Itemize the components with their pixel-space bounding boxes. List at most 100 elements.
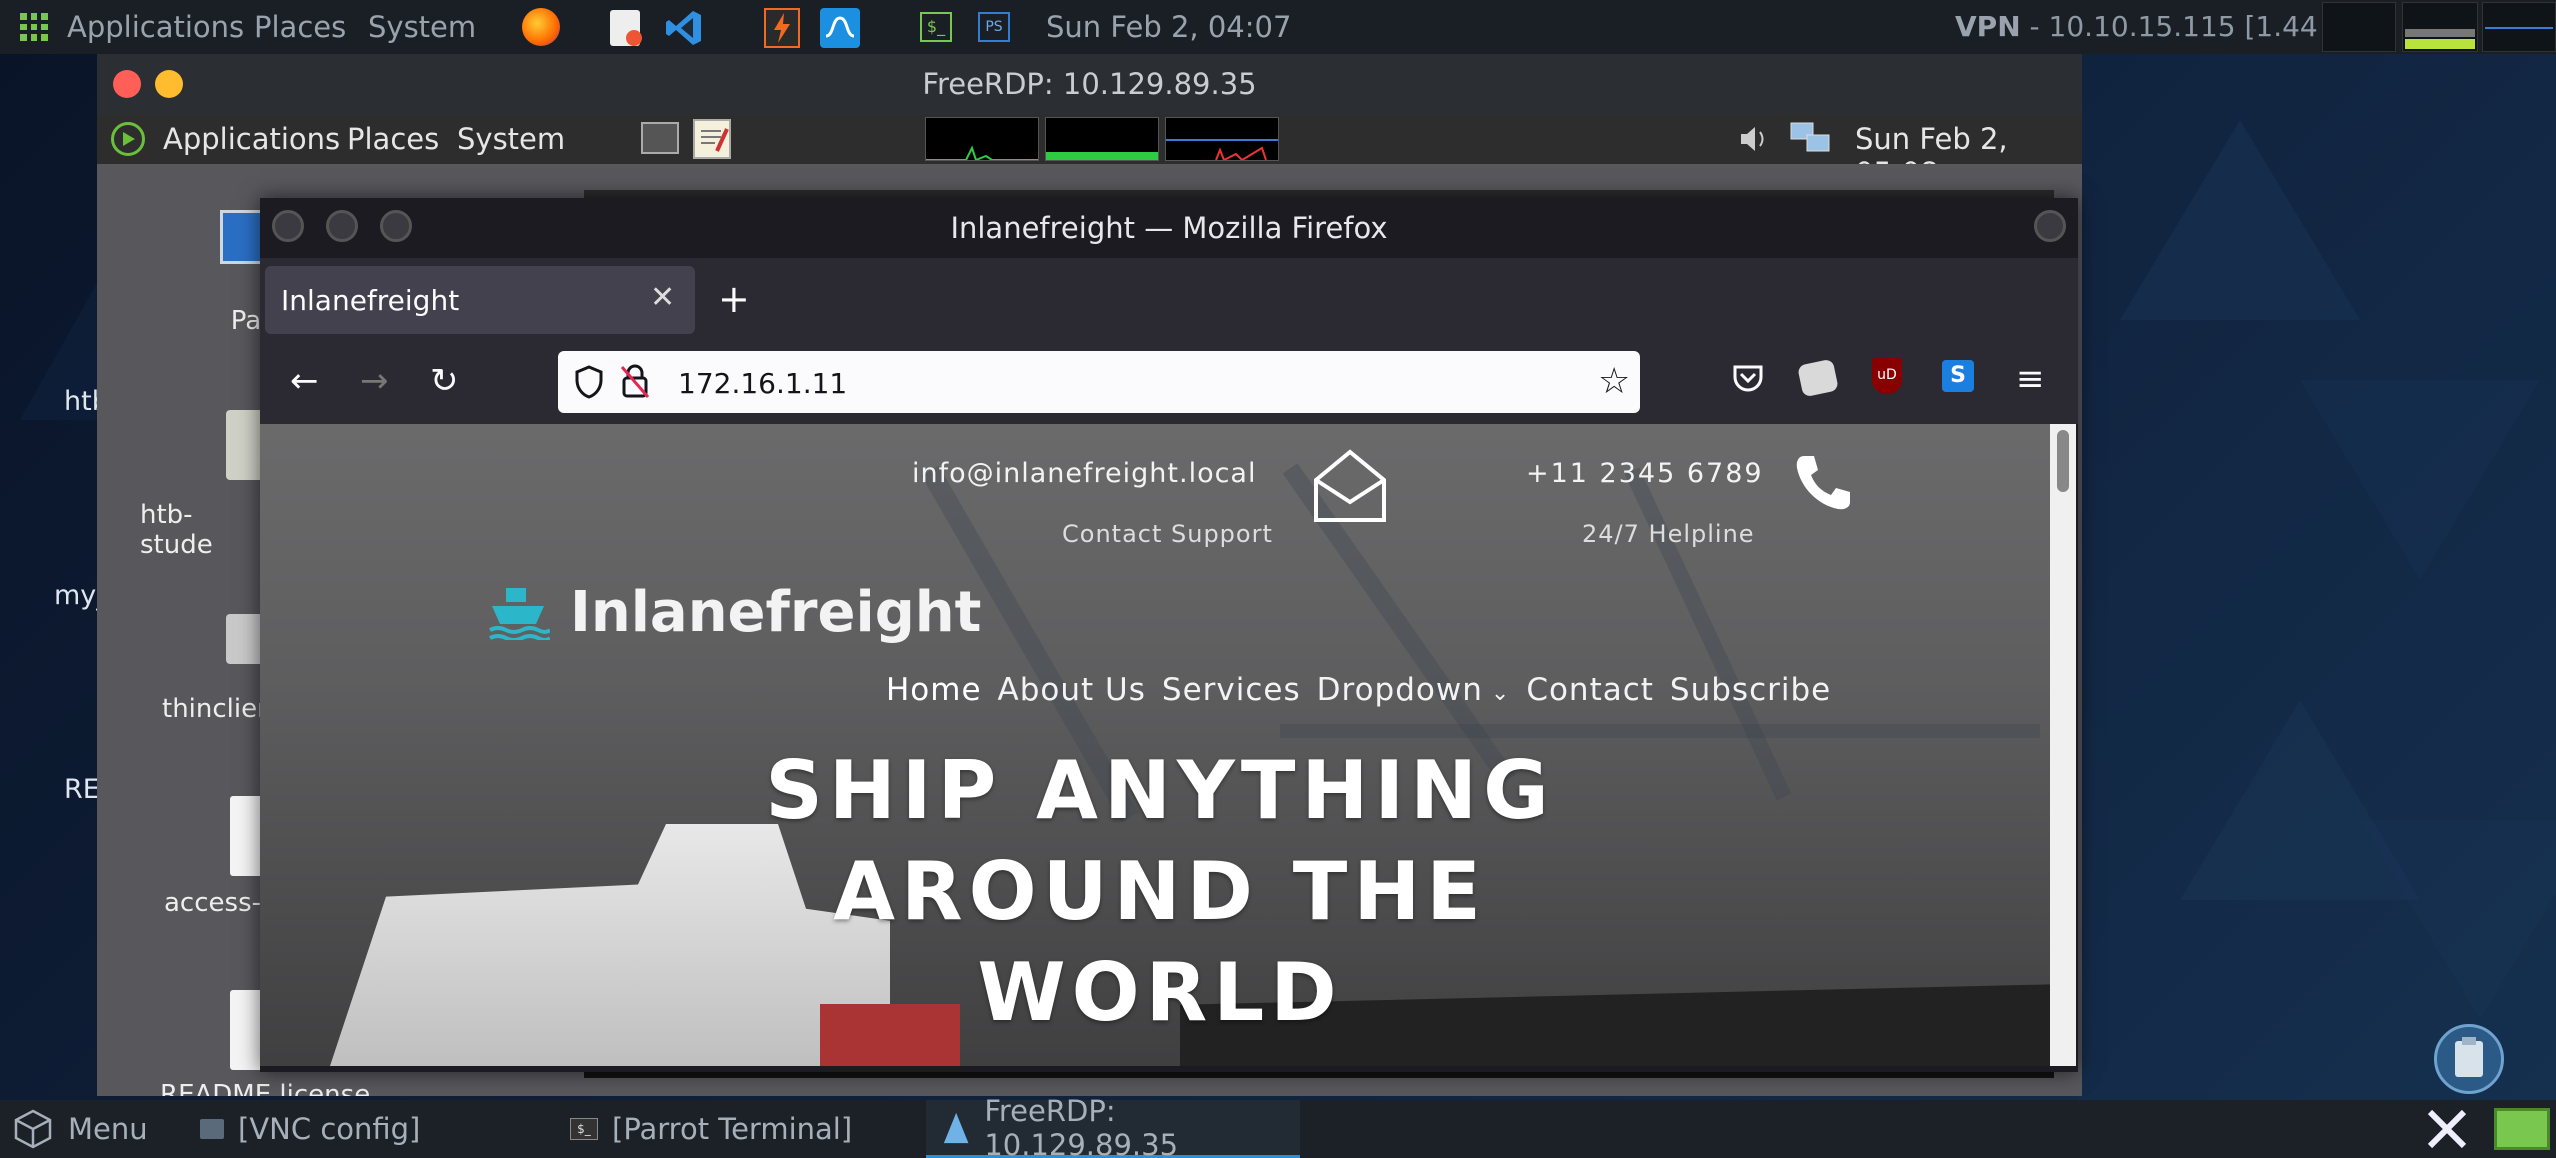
tab-close-icon[interactable]: ✕ (650, 280, 675, 315)
firefox-titlebar[interactable]: Inlanefreight — Mozilla Firefox (260, 198, 2078, 258)
site-navigation: Home About Us Services Dropdown ⌄ Contac… (886, 672, 1831, 708)
host-top-panel: Applications Places System $_ PS Sun Feb… (0, 0, 2556, 54)
memory-monitor-graph (2402, 2, 2478, 52)
firefox-launcher-icon[interactable] (522, 8, 560, 46)
nav-about-us[interactable]: About Us (998, 672, 1146, 708)
volume-icon[interactable] (1737, 122, 1773, 156)
freerdp-icon (943, 1112, 969, 1143)
taskbar-parrot-terminal-label: [Parrot Terminal] (612, 1112, 853, 1146)
ublock-origin-icon[interactable]: uD (1872, 358, 1902, 394)
cpu-monitor-graph (2322, 2, 2396, 52)
contact-phone[interactable]: +11 2345 6789 (1526, 458, 1764, 489)
remote-menu-system[interactable]: System (457, 122, 565, 156)
host-menu-applications[interactable]: Applications (67, 10, 244, 44)
hero-line-1: SHIP ANYTHING (765, 744, 1555, 837)
nav-dropdown[interactable]: Dropdown ⌄ (1317, 672, 1511, 708)
taskbar-freerdp[interactable]: FreeRDP: 10.129.89.35 (926, 1094, 1300, 1158)
remote-notes-icon[interactable] (693, 119, 731, 159)
envelope-icon (1310, 446, 1390, 526)
tab-title: Inlanefreight (281, 284, 460, 317)
contact-email[interactable]: info@inlanefreight.local (912, 458, 1256, 489)
host-menu-system[interactable]: System (368, 10, 476, 44)
terminal-launcher-icon[interactable]: $_ (920, 12, 952, 42)
extension-s-icon[interactable]: S (1942, 360, 1974, 392)
network-launcher-icon[interactable] (820, 8, 860, 48)
taskbar-vnc-config-label: [VNC config] (238, 1112, 421, 1146)
desktop-icon-label-htb-student[interactable]: htb-stude (140, 500, 264, 560)
contact-support-caption: Contact Support (1062, 520, 1273, 548)
network-monitor-graph (2482, 2, 2556, 52)
window-close-button[interactable] (272, 210, 304, 242)
nav-dropdown-label: Dropdown (1316, 672, 1483, 708)
network-status-icon[interactable] (1789, 121, 1833, 157)
remote-cpu-graph (925, 117, 1039, 161)
brand-ship-logo-icon[interactable] (486, 584, 552, 642)
bookmark-star-icon[interactable]: ☆ (1598, 361, 1630, 402)
nav-contact[interactable]: Contact (1526, 672, 1654, 708)
nav-home[interactable]: Home (886, 672, 982, 708)
extension-cookie-icon[interactable] (1797, 358, 1839, 398)
shield-icon[interactable] (574, 365, 604, 399)
chevron-down-icon: ⌄ (1482, 681, 1511, 706)
brand-name[interactable]: Inlanefreight (570, 580, 981, 645)
tab-inlanefreight[interactable]: Inlanefreight ✕ (265, 266, 695, 334)
desktop-icon-label-thinclient[interactable]: thinclien (162, 694, 274, 724)
remote-terminal-icon[interactable] (641, 122, 679, 154)
back-arrow-icon[interactable]: ← (290, 364, 319, 398)
mate-logo-icon[interactable] (111, 122, 145, 156)
url-text[interactable]: 172.16.1.11 (678, 367, 847, 400)
terminal-icon: $_ (570, 1118, 598, 1140)
hamburger-menu-icon[interactable]: ≡ (2016, 362, 2045, 396)
pocket-icon[interactable] (1730, 360, 1766, 396)
nav-services[interactable]: Services (1162, 672, 1301, 708)
hero-line-3: WORLD (977, 946, 1343, 1039)
taskbar-menu-button[interactable]: Menu (12, 1100, 162, 1158)
workspace-switcher-icon[interactable] (2494, 1108, 2550, 1150)
new-tab-button[interactable]: + (718, 280, 750, 318)
remote-network-graph (1165, 117, 1279, 161)
host-desktop-label-re[interactable]: RE (64, 774, 100, 805)
taskbar-parrot-terminal[interactable]: $_ [Parrot Terminal] (570, 1100, 900, 1158)
powershell-launcher-icon[interactable]: PS (978, 12, 1010, 42)
text-editor-launcher-icon[interactable] (610, 10, 642, 46)
taskbar-freerdp-label: FreeRDP: 10.129.89.35 (984, 1093, 1179, 1158)
vscode-launcher-icon[interactable] (664, 8, 704, 48)
window-shade-button[interactable] (2034, 210, 2066, 242)
desktop-icon-label-access[interactable]: access- (164, 888, 264, 918)
firefox-window-title: Inlanefreight — Mozilla Firefox (950, 211, 1388, 245)
remote-menu-applications[interactable]: Applications (163, 122, 340, 156)
window-maximize-button[interactable] (380, 210, 412, 242)
remote-memory-graph (1045, 117, 1159, 161)
nav-subscribe[interactable]: Subscribe (1670, 672, 1831, 708)
remote-menu-places[interactable]: Places (347, 122, 439, 156)
apps-grid-icon[interactable] (20, 13, 48, 41)
vpn-status: VPN - 10.10.15.115 [1.44 ms] (1955, 10, 2379, 43)
close-window-button[interactable] (113, 70, 141, 98)
url-bar[interactable]: 172.16.1.11 ☆ (558, 351, 1640, 413)
burpsuite-launcher-icon[interactable] (764, 8, 800, 48)
helpline-caption: 24/7 Helpline (1582, 520, 1755, 548)
freerdp-titlebar[interactable]: FreeRDP: 10.129.89.35 (97, 54, 2082, 114)
minimize-window-button[interactable] (155, 70, 183, 98)
vpn-label: VPN (1955, 10, 2021, 43)
host-menu-places[interactable]: Places (254, 10, 346, 44)
freerdp-title: FreeRDP: 10.129.89.35 (922, 67, 1257, 101)
close-x-icon[interactable] (2424, 1106, 2470, 1152)
page-scrollbar[interactable] (2050, 424, 2076, 1066)
hero-line-2: AROUND THE (833, 845, 1487, 938)
hero-heading: SHIP ANYTHING AROUND THE WORLD (610, 740, 1710, 1043)
desktop-icon-label-readme[interactable]: README.license (160, 1080, 380, 1096)
phone-icon (1792, 452, 1854, 514)
window-icon (200, 1119, 224, 1139)
clipboard-icon[interactable] (2434, 1024, 2504, 1094)
remote-top-panel: Applications Places System Sun Feb 2, 05… (97, 114, 2082, 190)
host-clock[interactable]: Sun Feb 2, 04:07 (1046, 10, 1291, 44)
taskbar-vnc-config[interactable]: [VNC config] (200, 1100, 520, 1158)
window-minimize-button[interactable] (326, 210, 358, 242)
insecure-lock-icon[interactable] (620, 363, 650, 399)
scrollbar-thumb[interactable] (2057, 430, 2069, 492)
reload-icon[interactable]: ↻ (430, 364, 459, 398)
cube-menu-icon (14, 1109, 52, 1149)
forward-arrow-icon[interactable]: → (360, 364, 389, 398)
taskbar-menu-label: Menu (68, 1112, 148, 1146)
